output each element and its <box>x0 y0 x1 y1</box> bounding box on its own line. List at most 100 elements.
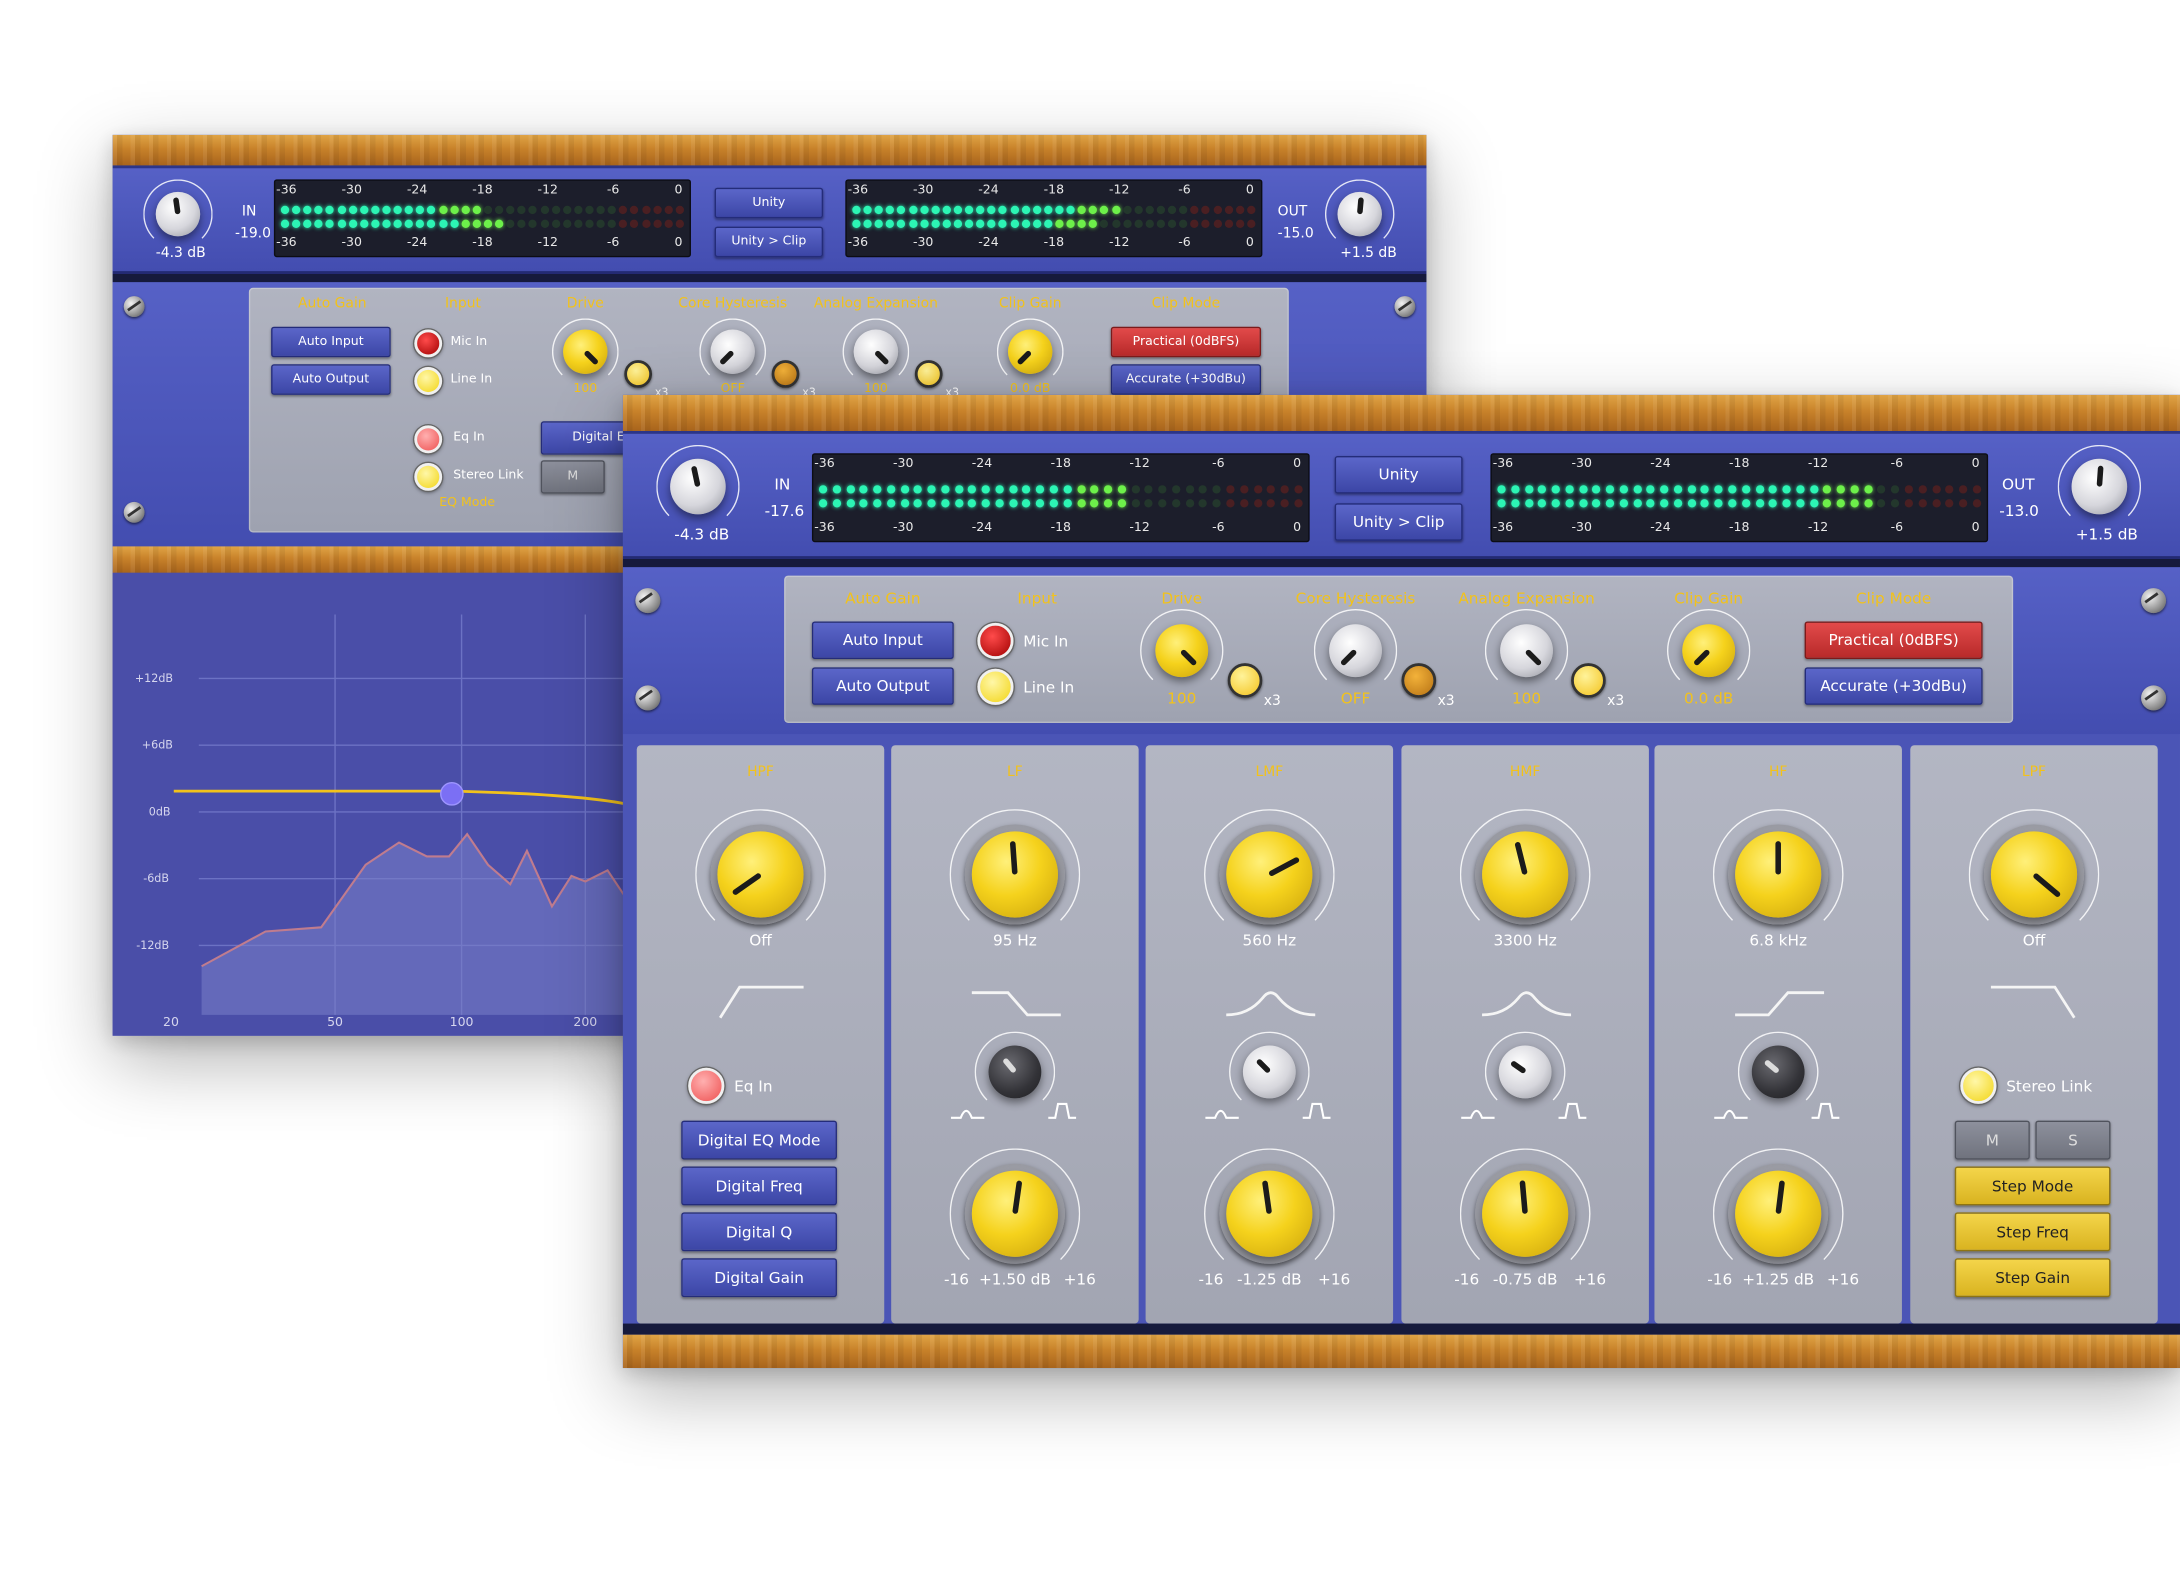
hpf-frequency-knob[interactable] <box>695 809 826 940</box>
meter-scale-label: 0 <box>674 236 683 251</box>
auto-output-button[interactable]: Auto Output <box>271 364 391 395</box>
stereo-link-led[interactable] <box>1960 1067 1997 1104</box>
analog-expansion-knob[interactable] <box>1484 608 1569 693</box>
auto-input-button[interactable]: Auto Input <box>271 326 391 358</box>
mic-in-led[interactable] <box>414 329 443 358</box>
clip-gain-knob[interactable] <box>1666 608 1751 693</box>
output-meter: -36 -30 -24 -18 -12 -6 0 -36 -30 -24 -18 -12 -6 0 <box>845 179 1263 258</box>
meter-scale-label: -30 <box>1571 521 1592 536</box>
lf-gain-knob[interactable] <box>949 1148 1081 1280</box>
analog-expansion-label: Analog Expansion <box>813 296 938 312</box>
unity-button[interactable]: Unity <box>714 187 824 219</box>
hmf-gain-knob[interactable] <box>1459 1148 1591 1280</box>
digital-eq-mode-button[interactable]: Digital EQ Mode <box>681 1120 837 1160</box>
drive-x3-toggle[interactable] <box>624 360 653 388</box>
meter-scale-label: 0 <box>674 183 683 198</box>
eq-in-led[interactable] <box>688 1067 725 1104</box>
output-gain-knob[interactable] <box>1324 179 1395 249</box>
meter-scale-label: -36 <box>1492 457 1514 472</box>
core-x3-toggle[interactable] <box>1401 663 1437 698</box>
hf-frequency-knob[interactable] <box>1712 809 1844 940</box>
meter-scale-label: -12 <box>1108 236 1130 251</box>
unity-clip-button[interactable]: Unity > Clip <box>1334 503 1463 541</box>
drive-knob[interactable] <box>551 318 619 386</box>
drive-knob[interactable] <box>1140 608 1224 693</box>
screw <box>1394 296 1416 317</box>
core-hysteresis-knob[interactable] <box>699 318 767 386</box>
step-mode-button[interactable]: Step Mode <box>1954 1166 2111 1206</box>
expansion-x3-toggle[interactable] <box>914 360 943 388</box>
accurate-mode-button[interactable]: Accurate (+30dBu) <box>1804 667 1983 705</box>
m-button[interactable]: M <box>540 460 605 494</box>
lmf-q-knob[interactable] <box>1229 1031 1310 1113</box>
clip-mode-label: Clip Mode <box>1855 589 1932 608</box>
core-hysteresis-knob[interactable] <box>1313 608 1398 693</box>
m-button[interactable]: M <box>1954 1120 2030 1160</box>
band-name: LF <box>1007 764 1023 780</box>
core-hysteresis-label: Core Hysteresis <box>678 296 788 312</box>
meter-led-row <box>818 485 1303 496</box>
auto-input-button[interactable]: Auto Input <box>811 621 954 660</box>
hf-gain-knob[interactable] <box>1712 1148 1844 1280</box>
stereo-link-led[interactable] <box>414 462 443 491</box>
step-freq-button[interactable]: Step Freq <box>1954 1212 2111 1252</box>
unity-button[interactable]: Unity <box>1334 456 1463 494</box>
hmf-q-knob[interactable] <box>1484 1031 1566 1113</box>
meter-scale: -36 -30 -24 -18 -12 -6 0 <box>1492 457 1987 474</box>
hmf-frequency-knob[interactable] <box>1459 809 1591 940</box>
clip-gain-knob[interactable] <box>996 318 1064 386</box>
divider <box>112 273 1427 283</box>
meter-scale-label: -30 <box>1571 457 1592 472</box>
meter-scale-label: -24 <box>978 183 999 198</box>
control-rack: Auto Gain Input Drive Core Hysteresis An… <box>622 567 2180 735</box>
lmf-band: LMF 560 Hz -16 -1.25 dB +16 <box>1145 745 1394 1324</box>
lmf-gain-max: +16 <box>1318 1270 1351 1289</box>
lpf-frequency-knob[interactable] <box>1968 809 2100 940</box>
accurate-mode-button[interactable]: Accurate (+30dBu) <box>1110 364 1262 395</box>
hmf-frequency-value: 3300 Hz <box>1493 931 1557 950</box>
meter-scale-label: -12 <box>1807 457 1829 472</box>
practical-mode-button[interactable]: Practical (0dBFS) <box>1804 621 1983 660</box>
expansion-x3-toggle[interactable] <box>1571 663 1606 698</box>
meter-rack: -4.3 dB IN -17.6 -36 -30 -24 -18 -12 -6 0 -36 -3… <box>622 430 2180 559</box>
out-level: -13.0 <box>1999 501 2039 520</box>
digital-freq-button[interactable]: Digital Freq <box>681 1166 837 1206</box>
line-in-led[interactable] <box>977 668 1014 705</box>
hf-q-knob[interactable] <box>1737 1031 1819 1113</box>
eq-analyzer-graph[interactable]: +12dB +6dB 0dB -6dB -12dB 20 50 100 200 <box>112 572 625 1036</box>
eq-in-label: Eq In <box>734 1077 773 1096</box>
meter-scale-label: 0 <box>1245 183 1254 198</box>
narrow-q-icon <box>1461 1109 1495 1119</box>
meter-led-row <box>1497 499 1981 510</box>
core-x3-toggle[interactable] <box>771 360 800 388</box>
mic-in-led[interactable] <box>977 622 1014 660</box>
lmf-frequency-knob[interactable] <box>1203 809 1335 940</box>
step-gain-button[interactable]: Step Gain <box>1954 1258 2111 1298</box>
drive-label: Drive <box>1161 589 1203 608</box>
lf-q-knob[interactable] <box>974 1031 1056 1113</box>
output-gain-knob[interactable] <box>2057 444 2142 529</box>
unity-clip-button[interactable]: Unity > Clip <box>714 226 824 258</box>
meter-scale-label: 0 <box>1971 457 1980 472</box>
digital-q-button[interactable]: Digital Q <box>681 1212 837 1252</box>
lf-gain-value: +1.50 dB <box>978 1270 1051 1289</box>
hmf-gain-min: -16 <box>1454 1270 1480 1289</box>
eq-in-led[interactable] <box>414 425 443 454</box>
meter-scale-label: -18 <box>472 183 493 198</box>
s-button[interactable]: S <box>2035 1120 2111 1160</box>
digital-gain-button[interactable]: Digital Gain <box>681 1258 837 1298</box>
auto-output-button[interactable]: Auto Output <box>811 667 954 705</box>
hmf-band: HMF 3300 Hz -16 -0.75 dB +16 <box>1401 745 1649 1324</box>
lmf-gain-knob[interactable] <box>1203 1148 1335 1280</box>
lf-frequency-knob[interactable] <box>949 809 1081 940</box>
bell-curve-icon <box>1482 991 1572 1017</box>
analog-expansion-knob[interactable] <box>842 318 910 386</box>
line-in-led[interactable] <box>414 367 443 395</box>
input-gain-knob[interactable] <box>143 179 213 249</box>
practical-mode-button[interactable]: Practical (0dBFS) <box>1110 326 1262 358</box>
hpf-frequency-value: Off <box>749 931 772 950</box>
output-gain-value: +1.5 dB <box>2075 525 2138 544</box>
y-label: +12dB <box>134 672 174 685</box>
drive-x3-toggle[interactable] <box>1227 663 1263 698</box>
input-gain-knob[interactable] <box>656 444 740 529</box>
